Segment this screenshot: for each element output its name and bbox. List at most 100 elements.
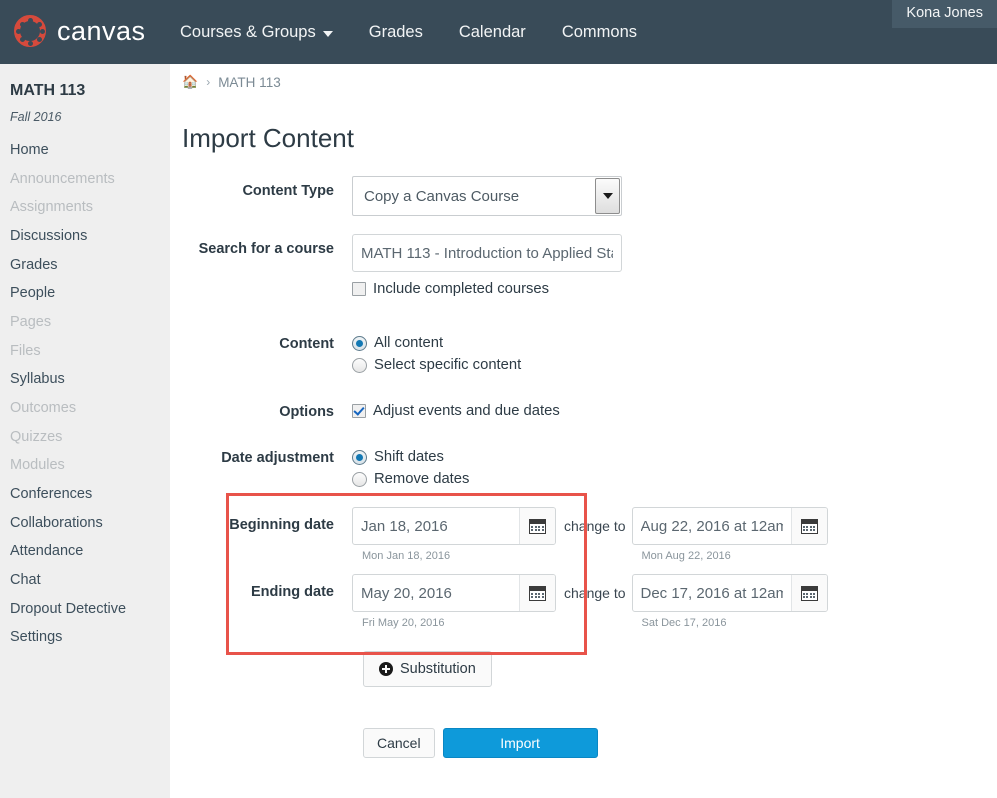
include-completed-courses-checkbox[interactable] <box>352 282 366 296</box>
ending-date-label: Ending date <box>251 584 334 600</box>
form-actions: Cancel Import <box>363 728 997 758</box>
content-specific-label: Select specific content <box>374 357 522 373</box>
chevron-down-icon <box>322 30 333 37</box>
user-menu-button[interactable]: Kona Jones <box>892 0 997 28</box>
options-row: Options Adjust events and due dates <box>170 397 997 425</box>
ending-date-to-field[interactable] <box>631 574 828 612</box>
canvas-logo-icon <box>12 13 48 49</box>
beginning-date-from-input[interactable] <box>353 508 519 544</box>
calendar-icon <box>529 518 546 534</box>
beginning-date-from-group: Mon Jan 18, 2016 <box>352 507 556 562</box>
search-course-input[interactable] <box>352 234 622 272</box>
content-all-radio[interactable] <box>352 335 367 351</box>
beginning-date-to-group: Mon Aug 22, 2016 <box>631 507 828 562</box>
sidebar-item-pages[interactable]: Pages <box>8 308 170 337</box>
sidebar-item-conferences[interactable]: Conferences <box>8 480 170 509</box>
nav-calendar[interactable]: Calendar <box>459 23 526 42</box>
ending-date-to-group: Sat Dec 17, 2016 <box>631 574 828 629</box>
calendar-icon <box>800 518 818 534</box>
import-button[interactable]: Import <box>442 728 598 758</box>
content-all-label: All content <box>374 335 444 351</box>
sidebar-item-chat[interactable]: Chat <box>8 566 170 595</box>
search-course-label: Search for a course <box>198 241 334 257</box>
sidebar-item-discussions[interactable]: Discussions <box>8 222 170 251</box>
global-navigation-bar: canvas Courses & Groups Grades Calendar … <box>0 0 997 64</box>
shift-dates-radio[interactable] <box>352 449 367 465</box>
ending-date-to-hint: Sat Dec 17, 2016 <box>641 617 727 629</box>
content-option-all[interactable]: All content <box>352 335 997 351</box>
sidebar-item-outcomes[interactable]: Outcomes <box>8 394 170 423</box>
ending-date-from-group: Fri May 20, 2016 <box>352 574 556 629</box>
content-label: Content <box>279 336 334 352</box>
shift-dates-option[interactable]: Shift dates <box>352 449 997 465</box>
sidebar-item-people[interactable]: People <box>8 279 170 308</box>
global-nav-links: Courses & Groups Grades Calendar Commons <box>180 0 637 64</box>
nav-grades[interactable]: Grades <box>369 23 423 42</box>
breadcrumb-separator: › <box>206 75 211 89</box>
date-adjustment-label: Date adjustment <box>221 450 334 466</box>
sidebar-item-modules[interactable]: Modules <box>8 451 170 480</box>
sidebar-item-quizzes[interactable]: Quizzes <box>8 423 170 452</box>
nav-commons[interactable]: Commons <box>562 23 637 42</box>
ending-date-from-field[interactable] <box>352 574 556 612</box>
chevron-down-icon <box>602 193 613 199</box>
sidebar-item-attendance[interactable]: Attendance <box>8 537 170 566</box>
canvas-wordmark: canvas <box>57 15 146 46</box>
add-substitution-button[interactable]: Substitution <box>363 651 492 687</box>
content-type-row: Content Type Copy a Canvas Course <box>170 176 997 216</box>
home-icon[interactable]: 🏠 <box>182 74 198 90</box>
import-content-form: Content Type Copy a Canvas Course Search… <box>170 176 997 758</box>
canvas-logo-link[interactable]: canvas <box>12 13 146 49</box>
calendar-icon <box>529 585 546 601</box>
ending-date-to-input[interactable] <box>632 575 791 611</box>
adjust-dates-option[interactable]: Adjust events and due dates <box>352 403 997 419</box>
beginning-date-change-to-label: change to <box>564 518 626 534</box>
sidebar-item-dropout-detective[interactable]: Dropout Detective <box>8 595 170 624</box>
beginning-date-to-hint: Mon Aug 22, 2016 <box>641 550 731 562</box>
beginning-date-to-input[interactable] <box>632 508 791 544</box>
ending-date-from-input[interactable] <box>353 575 519 611</box>
shift-dates-label: Shift dates <box>374 449 444 465</box>
adjust-dates-checkbox[interactable] <box>352 404 366 418</box>
content-option-specific[interactable]: Select specific content <box>352 357 997 373</box>
content-specific-radio[interactable] <box>352 357 367 373</box>
content-type-dropdown-button[interactable] <box>595 178 620 214</box>
beginning-date-to-field[interactable] <box>631 507 828 545</box>
search-course-row: Search for a course Include completed co… <box>170 234 997 303</box>
main-content-area: 🏠 › MATH 113 Import Content Content Type… <box>170 64 997 798</box>
ending-date-from-calendar-button[interactable] <box>519 575 555 611</box>
ending-date-row: Ending date May 20, 2016 Fri May 20, 201… <box>170 574 997 629</box>
remove-dates-option[interactable]: Remove dates <box>352 471 997 487</box>
remove-dates-label: Remove dates <box>374 471 470 487</box>
sidebar-item-files[interactable]: Files <box>8 337 170 366</box>
sidebar-item-settings[interactable]: Settings <box>8 623 170 652</box>
sidebar-item-grades[interactable]: Grades <box>8 251 170 280</box>
ending-date-change-to-label: change to <box>564 585 626 601</box>
beginning-date-from-field[interactable] <box>352 507 556 545</box>
nav-courses-and-groups[interactable]: Courses & Groups <box>180 23 333 42</box>
date-fields-section: Beginning date Jan 18, 2016 Mon Jan 18, … <box>170 493 997 655</box>
ending-date-to-calendar-button[interactable] <box>790 575 827 611</box>
beginning-date-from-calendar-button[interactable] <box>519 508 555 544</box>
breadcrumb-course-link[interactable]: MATH 113 <box>218 75 281 90</box>
beginning-date-to-calendar-button[interactable] <box>790 508 827 544</box>
beginning-date-label: Beginning date <box>229 517 334 533</box>
add-substitution-label: Substitution <box>400 661 476 677</box>
sidebar-item-syllabus[interactable]: Syllabus <box>8 365 170 394</box>
course-nav-list: Home Announcements Assignments Discussio… <box>8 136 170 652</box>
cancel-button[interactable]: Cancel <box>363 728 435 758</box>
sidebar-item-home[interactable]: Home <box>8 136 170 165</box>
content-row: Content All content Select specific cont… <box>170 329 997 379</box>
canvas-import-content-page: canvas Courses & Groups Grades Calendar … <box>0 0 997 798</box>
include-completed-courses-label: Include completed courses <box>373 281 550 297</box>
sidebar-item-announcements[interactable]: Announcements <box>8 165 170 194</box>
sidebar-item-collaborations[interactable]: Collaborations <box>8 509 170 538</box>
adjust-dates-label: Adjust events and due dates <box>373 403 560 419</box>
beginning-date-row: Beginning date Jan 18, 2016 Mon Jan 18, … <box>170 507 997 562</box>
include-completed-courses-option[interactable]: Include completed courses <box>352 281 997 297</box>
content-type-select[interactable]: Copy a Canvas Course <box>352 176 622 216</box>
sidebar-item-assignments[interactable]: Assignments <box>8 193 170 222</box>
calendar-icon <box>800 585 818 601</box>
remove-dates-radio[interactable] <box>352 471 367 487</box>
options-label: Options <box>279 404 334 420</box>
